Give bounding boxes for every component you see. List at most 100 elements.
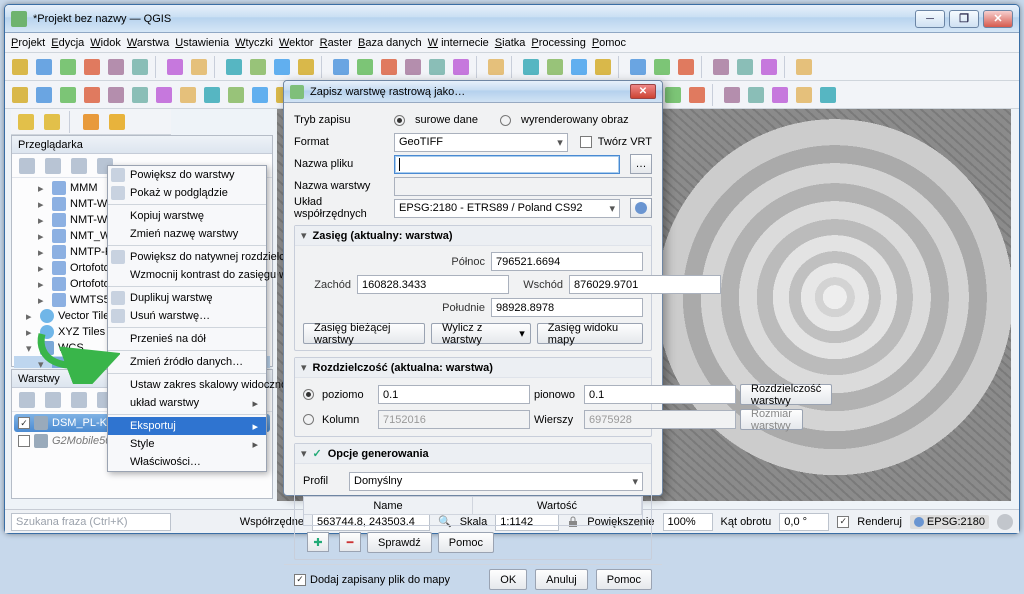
toolbar-row-1[interactable] bbox=[5, 53, 1019, 81]
layer-extent-button[interactable]: Zasięg bieżącej warstwy bbox=[303, 323, 425, 344]
menu-item[interactable]: Usuń warstwę… bbox=[108, 307, 266, 325]
filter-icon[interactable] bbox=[68, 155, 90, 177]
stats-icon[interactable] bbox=[627, 56, 649, 78]
zoom-native-icon[interactable] bbox=[330, 56, 352, 78]
maximize-button[interactable]: ❐ bbox=[949, 10, 979, 28]
add-row-button[interactable]: ✚ bbox=[307, 532, 329, 552]
browse-button[interactable]: … bbox=[630, 154, 652, 174]
filename-input[interactable] bbox=[394, 155, 620, 174]
add-spatialite-icon[interactable] bbox=[105, 84, 127, 106]
menu-item[interactable]: Kopiuj warstwę bbox=[108, 207, 266, 225]
vert-input[interactable] bbox=[584, 385, 736, 404]
titlebar[interactable]: *Projekt bez nazwy — QGIS ─ ❐ ✕ bbox=[5, 5, 1019, 33]
minimize-button[interactable]: ─ bbox=[915, 10, 945, 28]
menu-item[interactable]: układ warstwy▸ bbox=[108, 394, 266, 412]
layer-context-menu[interactable]: Powiększ do warstwyPokaż w podglądzieKop… bbox=[107, 165, 267, 472]
py-icon[interactable] bbox=[745, 84, 767, 106]
dialog-titlebar[interactable]: Zapisz warstwę rastrową jako… ✕ bbox=[284, 81, 662, 103]
zoom-next-icon[interactable] bbox=[450, 56, 472, 78]
open-icon[interactable] bbox=[33, 56, 55, 78]
menu-item[interactable]: Zmień źródło danych… bbox=[108, 353, 266, 371]
grid-icon[interactable] bbox=[817, 84, 839, 106]
north-input[interactable] bbox=[491, 252, 643, 271]
menu-pomoc[interactable]: Pomoc bbox=[592, 37, 626, 49]
zoom-layer-icon[interactable] bbox=[402, 56, 424, 78]
menu-item[interactable]: Style▸ bbox=[108, 435, 266, 453]
brush-icon[interactable] bbox=[793, 84, 815, 106]
pan-icon[interactable] bbox=[223, 56, 245, 78]
measure-a-icon[interactable] bbox=[592, 56, 614, 78]
menu-item[interactable]: Wzmocnij kontrast do zasięgu widoku bbox=[108, 266, 266, 284]
menu-w internecie[interactable]: W internecie bbox=[428, 37, 489, 49]
style-icon[interactable] bbox=[16, 389, 38, 411]
menu-item[interactable]: Duplikuj warstwę bbox=[108, 289, 266, 307]
menu-projekt[interactable]: Projekt bbox=[11, 37, 45, 49]
info-icon[interactable] bbox=[734, 56, 756, 78]
map-tips-icon[interactable] bbox=[520, 56, 542, 78]
undo-icon[interactable] bbox=[164, 56, 186, 78]
eye-icon[interactable] bbox=[42, 389, 64, 411]
refresh-icon[interactable] bbox=[485, 56, 507, 78]
add-mesh-icon[interactable] bbox=[57, 84, 79, 106]
close-button[interactable]: ✕ bbox=[983, 10, 1013, 28]
zoom-sel-icon[interactable] bbox=[378, 56, 400, 78]
add-vector-icon[interactable] bbox=[9, 84, 31, 106]
chevron-down-icon[interactable]: ▾ bbox=[301, 229, 307, 242]
menu-warstwa[interactable]: Warstwa bbox=[127, 37, 169, 49]
rendered-image-radio[interactable] bbox=[500, 115, 511, 126]
menu-siatka[interactable]: Siatka bbox=[495, 37, 526, 49]
menu-wtyczki[interactable]: Wtyczki bbox=[235, 37, 273, 49]
dialog-close-button[interactable]: ✕ bbox=[630, 84, 656, 99]
menu-wektor[interactable]: Wektor bbox=[279, 37, 314, 49]
profile-combo[interactable]: Domyślny bbox=[349, 472, 643, 491]
cols-radio[interactable] bbox=[303, 414, 314, 425]
cancel-button[interactable]: Anuluj bbox=[535, 569, 588, 590]
locator-search[interactable]: Szukana fraza (Ctrl+K) bbox=[11, 513, 171, 531]
crs-indicator[interactable]: EPSG:2180 bbox=[910, 515, 989, 529]
horiz-radio[interactable] bbox=[303, 389, 314, 400]
add-raster-icon[interactable] bbox=[33, 84, 55, 106]
redo-icon[interactable] bbox=[188, 56, 210, 78]
print-icon[interactable] bbox=[105, 56, 127, 78]
calc-from-layer-button[interactable]: Wylicz z warstwy▾ bbox=[431, 323, 531, 344]
add-wfs-icon[interactable] bbox=[225, 84, 247, 106]
blue1-icon[interactable] bbox=[662, 84, 684, 106]
new-icon[interactable] bbox=[9, 56, 31, 78]
menu-item[interactable]: Powiększ do warstwy bbox=[108, 166, 266, 184]
ok-button[interactable]: OK bbox=[489, 569, 527, 590]
add-pg-icon[interactable] bbox=[129, 84, 151, 106]
help-button[interactable]: Pomoc bbox=[596, 569, 652, 590]
crs-combo[interactable]: EPSG:2180 - ETRS89 / Poland CS92 bbox=[394, 199, 620, 218]
format-combo[interactable]: GeoTIFF bbox=[394, 133, 568, 152]
add-icon[interactable] bbox=[16, 155, 38, 177]
remove-row-button[interactable]: ━ bbox=[339, 532, 361, 552]
menu-item[interactable]: Przenieś na dół bbox=[108, 330, 266, 348]
layername-input[interactable] bbox=[394, 177, 652, 196]
map-view-extent-button[interactable]: Zasięg widoku mapy bbox=[537, 323, 643, 344]
opts-help-button[interactable]: Pomoc bbox=[438, 532, 494, 553]
menu-item[interactable]: Właściwości… bbox=[108, 453, 266, 471]
menu-item[interactable]: Eksportuj▸ bbox=[108, 417, 266, 435]
south-input[interactable] bbox=[491, 298, 643, 317]
horiz-input[interactable] bbox=[378, 385, 530, 404]
add-wcs-icon[interactable] bbox=[201, 84, 223, 106]
chevron-down-icon[interactable]: ▾ bbox=[301, 361, 307, 374]
menu-edycja[interactable]: Edycja bbox=[51, 37, 84, 49]
options-table[interactable]: Name Wartość bbox=[303, 496, 643, 526]
east-input[interactable] bbox=[569, 275, 721, 294]
blue2-icon[interactable] bbox=[686, 84, 708, 106]
color-icon[interactable] bbox=[793, 56, 815, 78]
raw-data-radio[interactable] bbox=[394, 115, 405, 126]
add-mssql-icon[interactable] bbox=[153, 84, 175, 106]
saveas-icon[interactable] bbox=[81, 56, 103, 78]
help-icon[interactable] bbox=[710, 56, 732, 78]
menu-item[interactable]: Powiększ do natywnej rozdzielczości (100… bbox=[108, 248, 266, 266]
zoom-out-icon[interactable] bbox=[295, 56, 317, 78]
add-delim-icon[interactable] bbox=[81, 84, 103, 106]
vrt-check[interactable] bbox=[580, 136, 592, 148]
messages-icon[interactable] bbox=[997, 514, 1013, 530]
menu-item[interactable]: Ustaw zakres skalowy widoczności warstwy… bbox=[108, 376, 266, 394]
measure-icon[interactable] bbox=[568, 56, 590, 78]
add-xyz-icon[interactable] bbox=[249, 84, 271, 106]
add-to-map-check[interactable]: ✓ bbox=[294, 574, 306, 586]
